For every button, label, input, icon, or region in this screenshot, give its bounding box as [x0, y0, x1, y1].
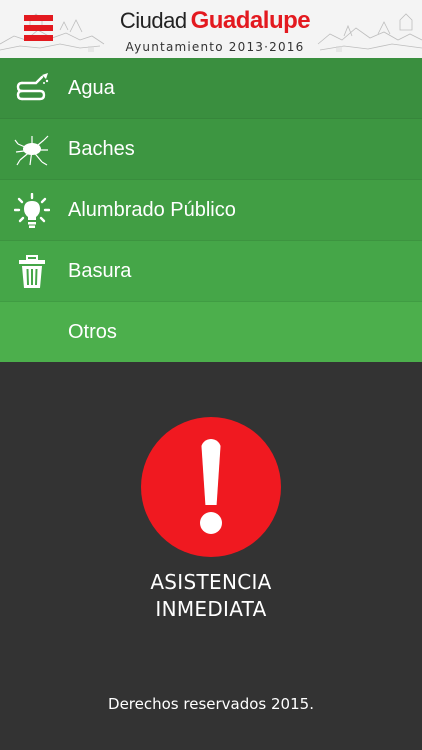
- menu-item-alumbrado-publico[interactable]: Alumbrado Público: [0, 180, 422, 241]
- emergency-label[interactable]: ASISTENCIA INMEDIATA: [0, 569, 422, 623]
- exclamation-dot: [200, 512, 222, 534]
- emergency-label-line2: INMEDIATA: [155, 597, 267, 621]
- menu-item-basura[interactable]: Basura: [0, 241, 422, 302]
- brand-subtitle: Ayuntamiento 2013·2016: [125, 40, 305, 54]
- menu-item-agua[interactable]: Agua: [0, 58, 422, 119]
- brand-name-guadalupe: Guadalupe: [190, 7, 311, 34]
- trash-can-icon: [14, 254, 50, 290]
- category-menu: Agua Baches Alumbrado Público Basura Otr…: [0, 58, 422, 363]
- menu-item-label: Basura: [68, 260, 132, 282]
- menu-item-otros[interactable]: Otros: [0, 302, 422, 363]
- emergency-label-line1: ASISTENCIA: [150, 570, 272, 594]
- footer-copyright: Derechos reservados 2015.: [108, 695, 314, 713]
- brand-logo: Ciudad Guadalupe Ayuntamiento 2013·2016: [110, 7, 320, 54]
- menu-item-label: Agua: [68, 77, 115, 99]
- emergency-alert-button[interactable]: [141, 417, 281, 557]
- menu-item-label: Alumbrado Público: [68, 199, 236, 221]
- menu-item-label: Otros: [68, 321, 117, 343]
- pothole-icon: [14, 132, 50, 168]
- menu-item-baches[interactable]: Baches: [0, 119, 422, 180]
- hamburger-menu-icon[interactable]: [24, 15, 53, 42]
- app-header: Ciudad Guadalupe Ayuntamiento 2013·2016: [0, 0, 422, 58]
- app-screen: CiudadGuadalupe Ayuntamiento 2013·2016: [0, 0, 422, 750]
- brand-name-ciudad: Ciudad: [119, 8, 187, 33]
- exclamation-icon: [201, 439, 221, 505]
- water-hose-icon: [14, 71, 50, 107]
- light-bulb-icon: [14, 193, 50, 229]
- menu-item-label: Baches: [68, 138, 135, 160]
- emergency-section: ASISTENCIA INMEDIATA Derechos reservados…: [0, 362, 422, 750]
